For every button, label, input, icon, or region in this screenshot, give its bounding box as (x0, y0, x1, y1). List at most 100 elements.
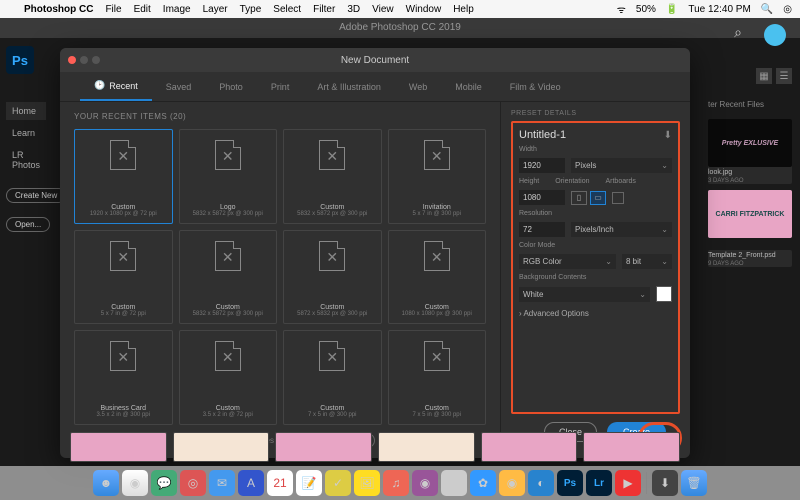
mail-icon[interactable]: ✉ (209, 470, 235, 496)
orientation-landscape[interactable]: ▭ (590, 191, 606, 205)
recent-file[interactable]: Pretty EXLUSIVE look.jpg 3 DAYS AGO (708, 119, 792, 184)
tab-web[interactable]: Web (395, 72, 441, 101)
resolution-unit-select[interactable]: Pixels/Inch⌄ (571, 222, 672, 237)
bg-color-swatch[interactable] (656, 286, 672, 302)
preset-item[interactable]: ✕Business Card3.5 x 2 in @ 300 ppi (74, 330, 173, 425)
preset-item[interactable]: ✕Custom1920 x 1080 px @ 72 ppi (74, 129, 173, 224)
notes-icon[interactable]: 📝 (296, 470, 322, 496)
preset-name-input[interactable]: Untitled-1 (519, 129, 566, 141)
menu-file[interactable]: File (105, 4, 121, 15)
preset-item[interactable]: ✕Invitation5 x 7 in @ 300 ppi (388, 129, 487, 224)
list-view-icon[interactable]: ☰ (776, 68, 792, 84)
preset-dimensions: 1920 x 1080 px @ 72 ppi (90, 211, 157, 217)
artboards-checkbox[interactable] (612, 192, 624, 204)
thumb[interactable] (481, 432, 578, 462)
music-icon[interactable]: ♫ (383, 470, 409, 496)
preset-item[interactable]: ✕Custom7 x 5 in @ 300 ppi (388, 330, 487, 425)
preset-dimensions: 3.5 x 2 in @ 300 ppi (97, 412, 150, 418)
lightroom-icon[interactable]: Lr (586, 470, 612, 496)
width-input[interactable] (519, 158, 565, 173)
menu-filter[interactable]: Filter (313, 4, 335, 15)
preset-item[interactable]: ✕Custom7 x 5 in @ 300 ppi (283, 330, 382, 425)
preset-item[interactable]: ✕Custom3.5 x 2 in @ 72 ppi (179, 330, 278, 425)
grid-view-icon[interactable]: ▦ (756, 68, 772, 84)
tab-photo[interactable]: Photo (205, 72, 257, 101)
app-icon[interactable]: ◉ (499, 470, 525, 496)
podcasts-icon[interactable]: ◉ (412, 470, 438, 496)
orientation-portrait[interactable]: ▯ (571, 191, 587, 205)
menu-type[interactable]: Type (240, 4, 262, 15)
preset-item[interactable]: ✕Logo5832 x 5872 px @ 300 ppi (179, 129, 278, 224)
tab-saved[interactable]: Saved (152, 72, 206, 101)
appstore-icon[interactable]: A (238, 470, 264, 496)
clock[interactable]: Tue 12:40 PM (688, 4, 750, 15)
siri-icon[interactable]: ◎ (783, 4, 792, 15)
preset-dimensions: 5832 x 5872 px @ 300 ppi (297, 211, 367, 217)
tab-film[interactable]: Film & Video (496, 72, 575, 101)
wifi-icon[interactable]: ᯤ (617, 2, 626, 16)
tab-recent[interactable]: 🕑Recent (80, 72, 152, 101)
preset-item[interactable]: ✕Custom1080 x 1080 px @ 300 ppi (388, 230, 487, 325)
minimize-window-icon[interactable] (80, 56, 88, 64)
preset-item[interactable]: ✕Custom5832 x 5872 px @ 300 ppi (179, 230, 278, 325)
battery-icon: 🔋 (666, 4, 678, 15)
menu-layer[interactable]: Layer (203, 4, 228, 15)
preview-icon[interactable]: 🖼 (354, 470, 380, 496)
siri-icon[interactable]: ◎ (180, 470, 206, 496)
reminders-icon[interactable]: ✓ (325, 470, 351, 496)
spotlight-icon[interactable]: 🔍 (761, 4, 773, 15)
app-icon[interactable]: ▶ (615, 470, 641, 496)
menu-image[interactable]: Image (163, 4, 191, 15)
menu-edit[interactable]: Edit (134, 4, 151, 15)
color-mode-select[interactable]: RGB Color⌄ (519, 254, 616, 269)
photoshop-icon[interactable]: Ps (557, 470, 583, 496)
open-button[interactable]: Open... (6, 217, 50, 232)
tab-art[interactable]: Art & Illustration (303, 72, 395, 101)
tab-mobile[interactable]: Mobile (441, 72, 496, 101)
trash-icon[interactable]: 🗑 (681, 470, 707, 496)
close-window-icon[interactable] (68, 56, 76, 64)
menu-view[interactable]: View (372, 4, 394, 15)
menu-3d[interactable]: 3D (347, 4, 360, 15)
messages-icon[interactable]: 💬 (151, 470, 177, 496)
document-icon: ✕ (319, 241, 345, 271)
preset-name: Custom (413, 405, 461, 412)
thumb[interactable] (70, 432, 167, 462)
nav-home[interactable]: Home (6, 102, 46, 120)
recent-file[interactable]: Template 2_Front.psd 9 DAYS AGO (708, 250, 792, 267)
resolution-input[interactable] (519, 222, 565, 237)
nav-lr-photos[interactable]: LR Photos (6, 146, 46, 174)
search-icon[interactable]: ⌕ (734, 24, 742, 41)
advanced-options-toggle[interactable]: › Advanced Options (519, 309, 672, 318)
bit-depth-select[interactable]: 8 bit⌄ (622, 254, 672, 269)
menu-help[interactable]: Help (453, 4, 474, 15)
settings-icon[interactable]: ⚙ (441, 470, 467, 496)
bg-contents-select[interactable]: White⌄ (519, 287, 650, 302)
file-name: Template 2_Front.psd (708, 250, 792, 261)
preset-item[interactable]: ✕Custom5 x 7 in @ 72 ppi (74, 230, 173, 325)
downloads-icon[interactable]: ⬇ (652, 470, 678, 496)
tab-print[interactable]: Print (257, 72, 304, 101)
finder-icon[interactable]: ☻ (93, 470, 119, 496)
thumb[interactable] (173, 432, 270, 462)
thumb[interactable] (583, 432, 680, 462)
app-menu[interactable]: Photoshop CC (24, 4, 93, 15)
preset-item[interactable]: ✕Custom5872 x 5832 px @ 300 ppi (283, 230, 382, 325)
menu-select[interactable]: Select (273, 4, 301, 15)
app-icon[interactable]: ✿ (470, 470, 496, 496)
preset-item[interactable]: ✕Custom5832 x 5872 px @ 300 ppi (283, 129, 382, 224)
recent-file[interactable]: CARRI FITZPATRICK (708, 190, 792, 238)
thumb[interactable] (275, 432, 372, 462)
app-icon[interactable]: ◐ (528, 470, 554, 496)
nav-learn[interactable]: Learn (6, 124, 46, 142)
calendar-icon[interactable]: 21 (267, 470, 293, 496)
preset-name: Custom (402, 304, 472, 311)
maximize-window-icon[interactable] (92, 56, 100, 64)
menu-window[interactable]: Window (406, 4, 442, 15)
user-avatar[interactable] (764, 24, 786, 46)
height-input[interactable] (519, 190, 565, 205)
save-preset-icon[interactable]: ⬇ (664, 130, 672, 141)
width-unit-select[interactable]: Pixels⌄ (571, 158, 672, 173)
safari-icon[interactable]: ◉ (122, 470, 148, 496)
thumb[interactable] (378, 432, 475, 462)
